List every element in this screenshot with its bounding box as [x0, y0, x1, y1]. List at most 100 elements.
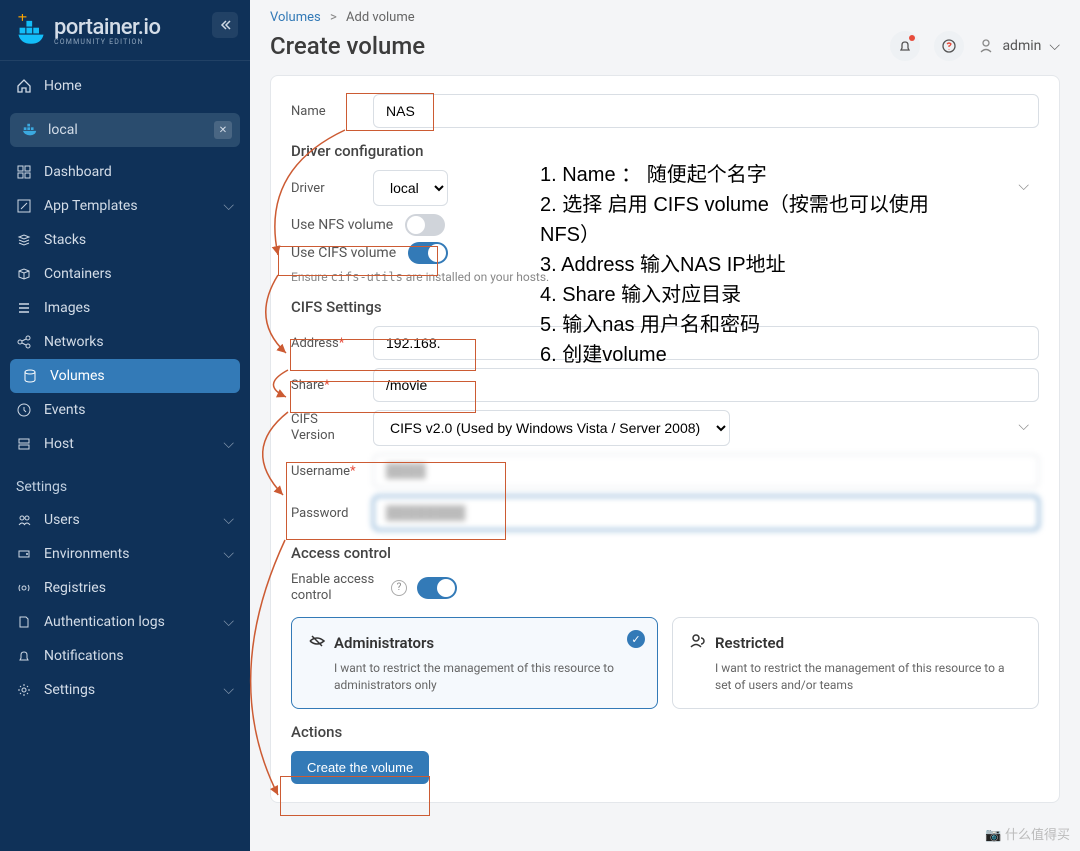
cifs-toggle[interactable]: [408, 242, 448, 264]
breadcrumb: Volumes > Add volume: [250, 0, 1080, 29]
access-card-restricted[interactable]: Restricted I want to restrict the manage…: [672, 617, 1039, 709]
help-icon[interactable]: ?: [391, 580, 407, 596]
address-label: Address*: [291, 336, 361, 351]
logo-icon: [16, 12, 46, 48]
name-label: Name: [291, 104, 361, 119]
address-input[interactable]: [373, 326, 1039, 360]
sidebar-item-events[interactable]: Events: [0, 393, 250, 427]
cifs-hint: Ensure cifs-utils are installed on your …: [291, 270, 1039, 284]
settings-section-label: Settings: [0, 461, 250, 503]
environment-name: local: [48, 122, 78, 138]
sidebar-item-settings[interactable]: Settings⌵: [0, 673, 250, 707]
sidebar-item-volumes[interactable]: Volumes: [10, 359, 240, 393]
sidebar-item-networks[interactable]: Networks: [0, 325, 250, 359]
sidebar-item-label: Images: [44, 300, 90, 316]
users-icon: [16, 512, 32, 528]
sidebar-item-label: Events: [44, 402, 85, 418]
create-volume-form: Name Driver configuration Driver local U…: [270, 75, 1060, 803]
name-input[interactable]: [373, 94, 1039, 128]
access-section-title: Access control: [291, 544, 1039, 562]
chevron-down-icon: ⌵: [223, 512, 234, 528]
page-title: Create volume: [270, 32, 425, 60]
sidebar-item-dashboard[interactable]: Dashboard: [0, 155, 250, 189]
box-icon: [16, 266, 32, 282]
eye-off-icon: [308, 632, 326, 654]
main-content: Volumes > Add volume Create volume admin…: [250, 0, 1080, 851]
close-icon[interactable]: ✕: [214, 121, 232, 139]
sidebar-environment[interactable]: local ✕: [10, 113, 240, 147]
chevron-down-icon: ⌵: [223, 614, 234, 630]
username-input[interactable]: [373, 454, 1039, 488]
list-icon: [16, 300, 32, 316]
chevron-down-icon: ⌵: [223, 436, 234, 452]
edit-icon: [16, 198, 32, 214]
sidebar: portainer.io COMMUNITY EDITION Home loca…: [0, 0, 250, 851]
chevron-down-icon: ⌵: [1049, 38, 1060, 54]
check-icon: ✓: [627, 630, 645, 648]
actions-section-title: Actions: [291, 723, 1039, 741]
sidebar-item-label: App Templates: [44, 198, 138, 214]
chevron-down-icon: ⌵: [223, 198, 234, 214]
sidebar-item-containers[interactable]: Containers: [0, 257, 250, 291]
help-button[interactable]: [934, 31, 964, 61]
notifications-button[interactable]: [890, 31, 920, 61]
version-label: CIFS Version: [291, 412, 361, 443]
sidebar-item-label: Stacks: [44, 232, 86, 248]
nfs-label: Use NFS volume: [291, 217, 393, 233]
sidebar-item-registries[interactable]: Registries: [0, 571, 250, 605]
driver-section-title: Driver configuration: [291, 142, 1039, 160]
database-icon: [22, 368, 38, 384]
user-menu[interactable]: admin ⌵: [978, 38, 1060, 54]
username-label: Username*: [291, 464, 361, 479]
sidebar-item-label: Networks: [44, 334, 104, 350]
chevron-down-icon: ⌵: [223, 682, 234, 698]
notification-badge: [909, 35, 915, 41]
admin-desc: I want to restrict the management of thi…: [308, 660, 641, 694]
sidebar-item-app-templates[interactable]: App Templates ⌵: [0, 189, 250, 223]
sidebar-item-label: Registries: [44, 580, 106, 596]
share-icon: [16, 334, 32, 350]
file-icon: [16, 614, 32, 630]
docker-icon: [22, 122, 38, 138]
sidebar-item-label: Dashboard: [44, 164, 112, 180]
create-volume-button[interactable]: Create the volume: [291, 751, 429, 784]
breadcrumb-root[interactable]: Volumes: [270, 10, 321, 25]
password-input[interactable]: [373, 496, 1039, 530]
nfs-toggle[interactable]: [405, 214, 445, 236]
sidebar-item-label: Authentication logs: [44, 614, 165, 630]
sidebar-item-environments[interactable]: Environments⌵: [0, 537, 250, 571]
share-label: Share*: [291, 378, 361, 393]
driver-label: Driver: [291, 181, 361, 196]
sidebar-item-users[interactable]: Users⌵: [0, 503, 250, 537]
users-icon: [689, 632, 707, 654]
share-input[interactable]: [373, 368, 1039, 402]
version-select[interactable]: CIFS v2.0 (Used by Windows Vista / Serve…: [373, 410, 730, 446]
admin-title: Administrators: [334, 634, 434, 652]
restricted-title: Restricted: [715, 634, 784, 652]
chevron-down-icon: ⌵: [223, 546, 234, 562]
sidebar-item-host[interactable]: Host⌵: [0, 427, 250, 461]
brand: portainer.io COMMUNITY EDITION: [0, 0, 250, 61]
sidebar-item-notifications[interactable]: Notifications: [0, 639, 250, 673]
radio-icon: [16, 580, 32, 596]
sidebar-item-images[interactable]: Images: [0, 291, 250, 325]
sidebar-item-auth-logs[interactable]: Authentication logs ⌵: [0, 605, 250, 639]
sidebar-item-label: Containers: [44, 266, 112, 282]
access-enable-label: Enable access control: [291, 572, 381, 603]
sidebar-item-home[interactable]: Home: [0, 69, 250, 103]
sidebar-item-label: Home: [44, 78, 82, 94]
sidebar-item-label: Notifications: [44, 648, 124, 664]
cifs-section-title: CIFS Settings: [291, 298, 1039, 316]
bell-icon: [16, 648, 32, 664]
access-toggle[interactable]: [417, 577, 457, 599]
server-icon: [16, 436, 32, 452]
user-icon: [978, 38, 994, 54]
layers-icon: [16, 232, 32, 248]
sidebar-item-stacks[interactable]: Stacks: [0, 223, 250, 257]
username: admin: [1002, 38, 1041, 54]
access-card-administrators[interactable]: ✓ Administrators I want to restrict the …: [291, 617, 658, 709]
hdd-icon: [16, 546, 32, 562]
collapse-sidebar-button[interactable]: [212, 12, 238, 38]
driver-select[interactable]: local: [373, 170, 448, 206]
sidebar-item-label: Volumes: [50, 368, 105, 384]
